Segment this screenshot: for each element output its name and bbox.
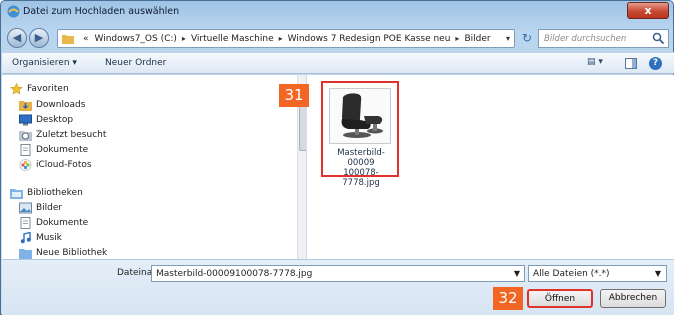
nav-libraries-label: Bibliotheken [27,187,83,198]
file-name-label: Masterbild-00009 100078-7778.jpg [325,148,397,188]
breadcrumb-redesign-folder[interactable]: Windows 7 Redesign POE Kasse neu [285,34,454,44]
back-button[interactable]: ◀ [7,28,27,48]
window-title: Datei zum Hochladen auswählen [23,6,180,17]
file-list: Masterbild-00009 100078-7778.jpg [309,75,674,259]
recent-places-icon [19,130,32,141]
callout-badge-32: 32 [493,287,523,310]
file-thumbnail [329,88,391,144]
nav-item-new-library[interactable]: Neue Bibliothek [19,245,107,259]
command-toolbar: Organisieren ▾ Neuer Ordner ▤ ▾ ? [2,52,674,74]
nav-item-label: iCloud-Fotos [36,159,92,170]
breadcrumb-separator-icon[interactable]: ▸ [277,34,285,44]
nav-item-desktop[interactable]: Desktop [19,112,73,127]
search-placeholder: Bilder durchsuchen [544,34,627,44]
breadcrumb-virtuelle-maschine[interactable]: Virtuelle Maschine [188,34,277,44]
nav-item-label: Musik [36,232,62,243]
icloud-photos-icon [19,158,32,171]
organize-menu-button[interactable]: Organisieren ▾ [12,58,77,68]
file-tile[interactable]: Masterbild-00009 100078-7778.jpg [321,81,399,188]
nav-item-label: Zuletzt besucht [36,129,107,140]
nav-item-library-documents[interactable]: Dokumente [19,215,88,230]
dialog-footer: Dateiname: Masterbild-00009100078-7778.j… [2,259,674,315]
nav-item-label: Bilder [36,202,63,213]
refresh-icon[interactable]: ↻ [518,29,536,48]
nav-favorites-label: Favoriten [27,83,69,94]
library-icon [19,248,32,259]
nav-item-recent[interactable]: Zuletzt besucht [19,127,106,142]
address-dropdown-icon[interactable]: ▾ [506,34,510,43]
help-icon[interactable]: ? [649,57,662,70]
forward-arrow-icon: ▶ [34,31,44,44]
nav-item-label: Dokumente [36,217,89,228]
nav-favorites-header[interactable]: Favoriten [10,81,69,96]
nav-item-label: Neue Bibliothek [36,247,108,258]
breadcrumb-separator-icon[interactable]: ▸ [180,34,188,44]
armchair-image [341,93,383,138]
filename-value: Masterbild-00009100078-7778.jpg [156,269,313,279]
nav-item-documents[interactable]: Dokumente [19,142,88,157]
address-bar[interactable]: « Windows7_OS (C:) ▸ Virtuelle Maschine … [57,29,515,48]
breadcrumb-overflow[interactable]: « [80,34,92,44]
view-options-icon[interactable]: ▤ ▾ [587,57,603,67]
browser-icon [7,5,20,18]
file-name-line: Masterbild-00009 [337,148,385,168]
nav-item-label: Desktop [36,114,74,125]
nav-item-downloads[interactable]: Downloads [19,97,85,112]
nav-item-icloud-photos[interactable]: iCloud-Fotos [19,157,92,172]
chevron-down-icon[interactable]: ▼ [655,269,661,278]
callout-badge-31: 31 [279,84,309,107]
pictures-library-icon [19,202,32,213]
nav-item-label: Downloads [36,99,86,110]
desktop-icon [19,114,32,125]
close-button[interactable]: x [627,2,669,19]
breadcrumb-drive[interactable]: Windows7_OS (C:) [92,34,180,44]
libraries-icon [10,188,23,199]
new-folder-button[interactable]: Neuer Ordner [105,58,166,68]
search-icon[interactable] [652,32,665,45]
filename-input[interactable]: Masterbild-00009100078-7778.jpg ▼ [151,265,525,282]
nav-item-label: Dokumente [36,144,89,155]
downloads-folder-icon [19,100,32,111]
open-button[interactable]: Öffnen [527,289,593,308]
breadcrumb-bilder[interactable]: Bilder [461,34,493,44]
nav-libraries-header[interactable]: Bibliotheken [10,185,83,200]
content-panes: Favoriten Downloads Desktop Zuletzt besu… [2,75,674,259]
file-open-dialog: Datei zum Hochladen auswählen x ◀ ▶ « Wi… [0,0,674,315]
nav-item-music[interactable]: Musik [19,230,62,245]
documents-icon [20,216,31,229]
star-icon [10,82,23,95]
documents-icon [20,143,31,156]
chevron-down-icon[interactable]: ▼ [514,269,520,278]
folder-icon [62,35,74,44]
nav-item-bilder[interactable]: Bilder [19,200,62,215]
cancel-button[interactable]: Abbrechen [600,289,666,308]
breadcrumb: « Windows7_OS (C:) ▸ Virtuelle Maschine … [80,34,494,44]
preview-pane-icon[interactable] [625,58,637,69]
file-name-line: 100078-7778.jpg [342,168,380,188]
music-icon [20,231,31,243]
search-input[interactable]: Bilder durchsuchen [538,29,669,48]
forward-button[interactable]: ▶ [29,28,49,48]
breadcrumb-separator-icon[interactable]: ▸ [453,34,461,44]
address-row: ◀ ▶ « Windows7_OS (C:) ▸ Virtuelle Masch… [5,26,671,50]
navigation-pane: Favoriten Downloads Desktop Zuletzt besu… [2,75,307,259]
title-bar: Datei zum Hochladen auswählen x [1,1,673,23]
filetype-select[interactable]: Alle Dateien (*.*) ▼ [528,265,667,282]
filetype-value: Alle Dateien (*.*) [533,269,610,279]
back-arrow-icon: ◀ [12,31,22,44]
